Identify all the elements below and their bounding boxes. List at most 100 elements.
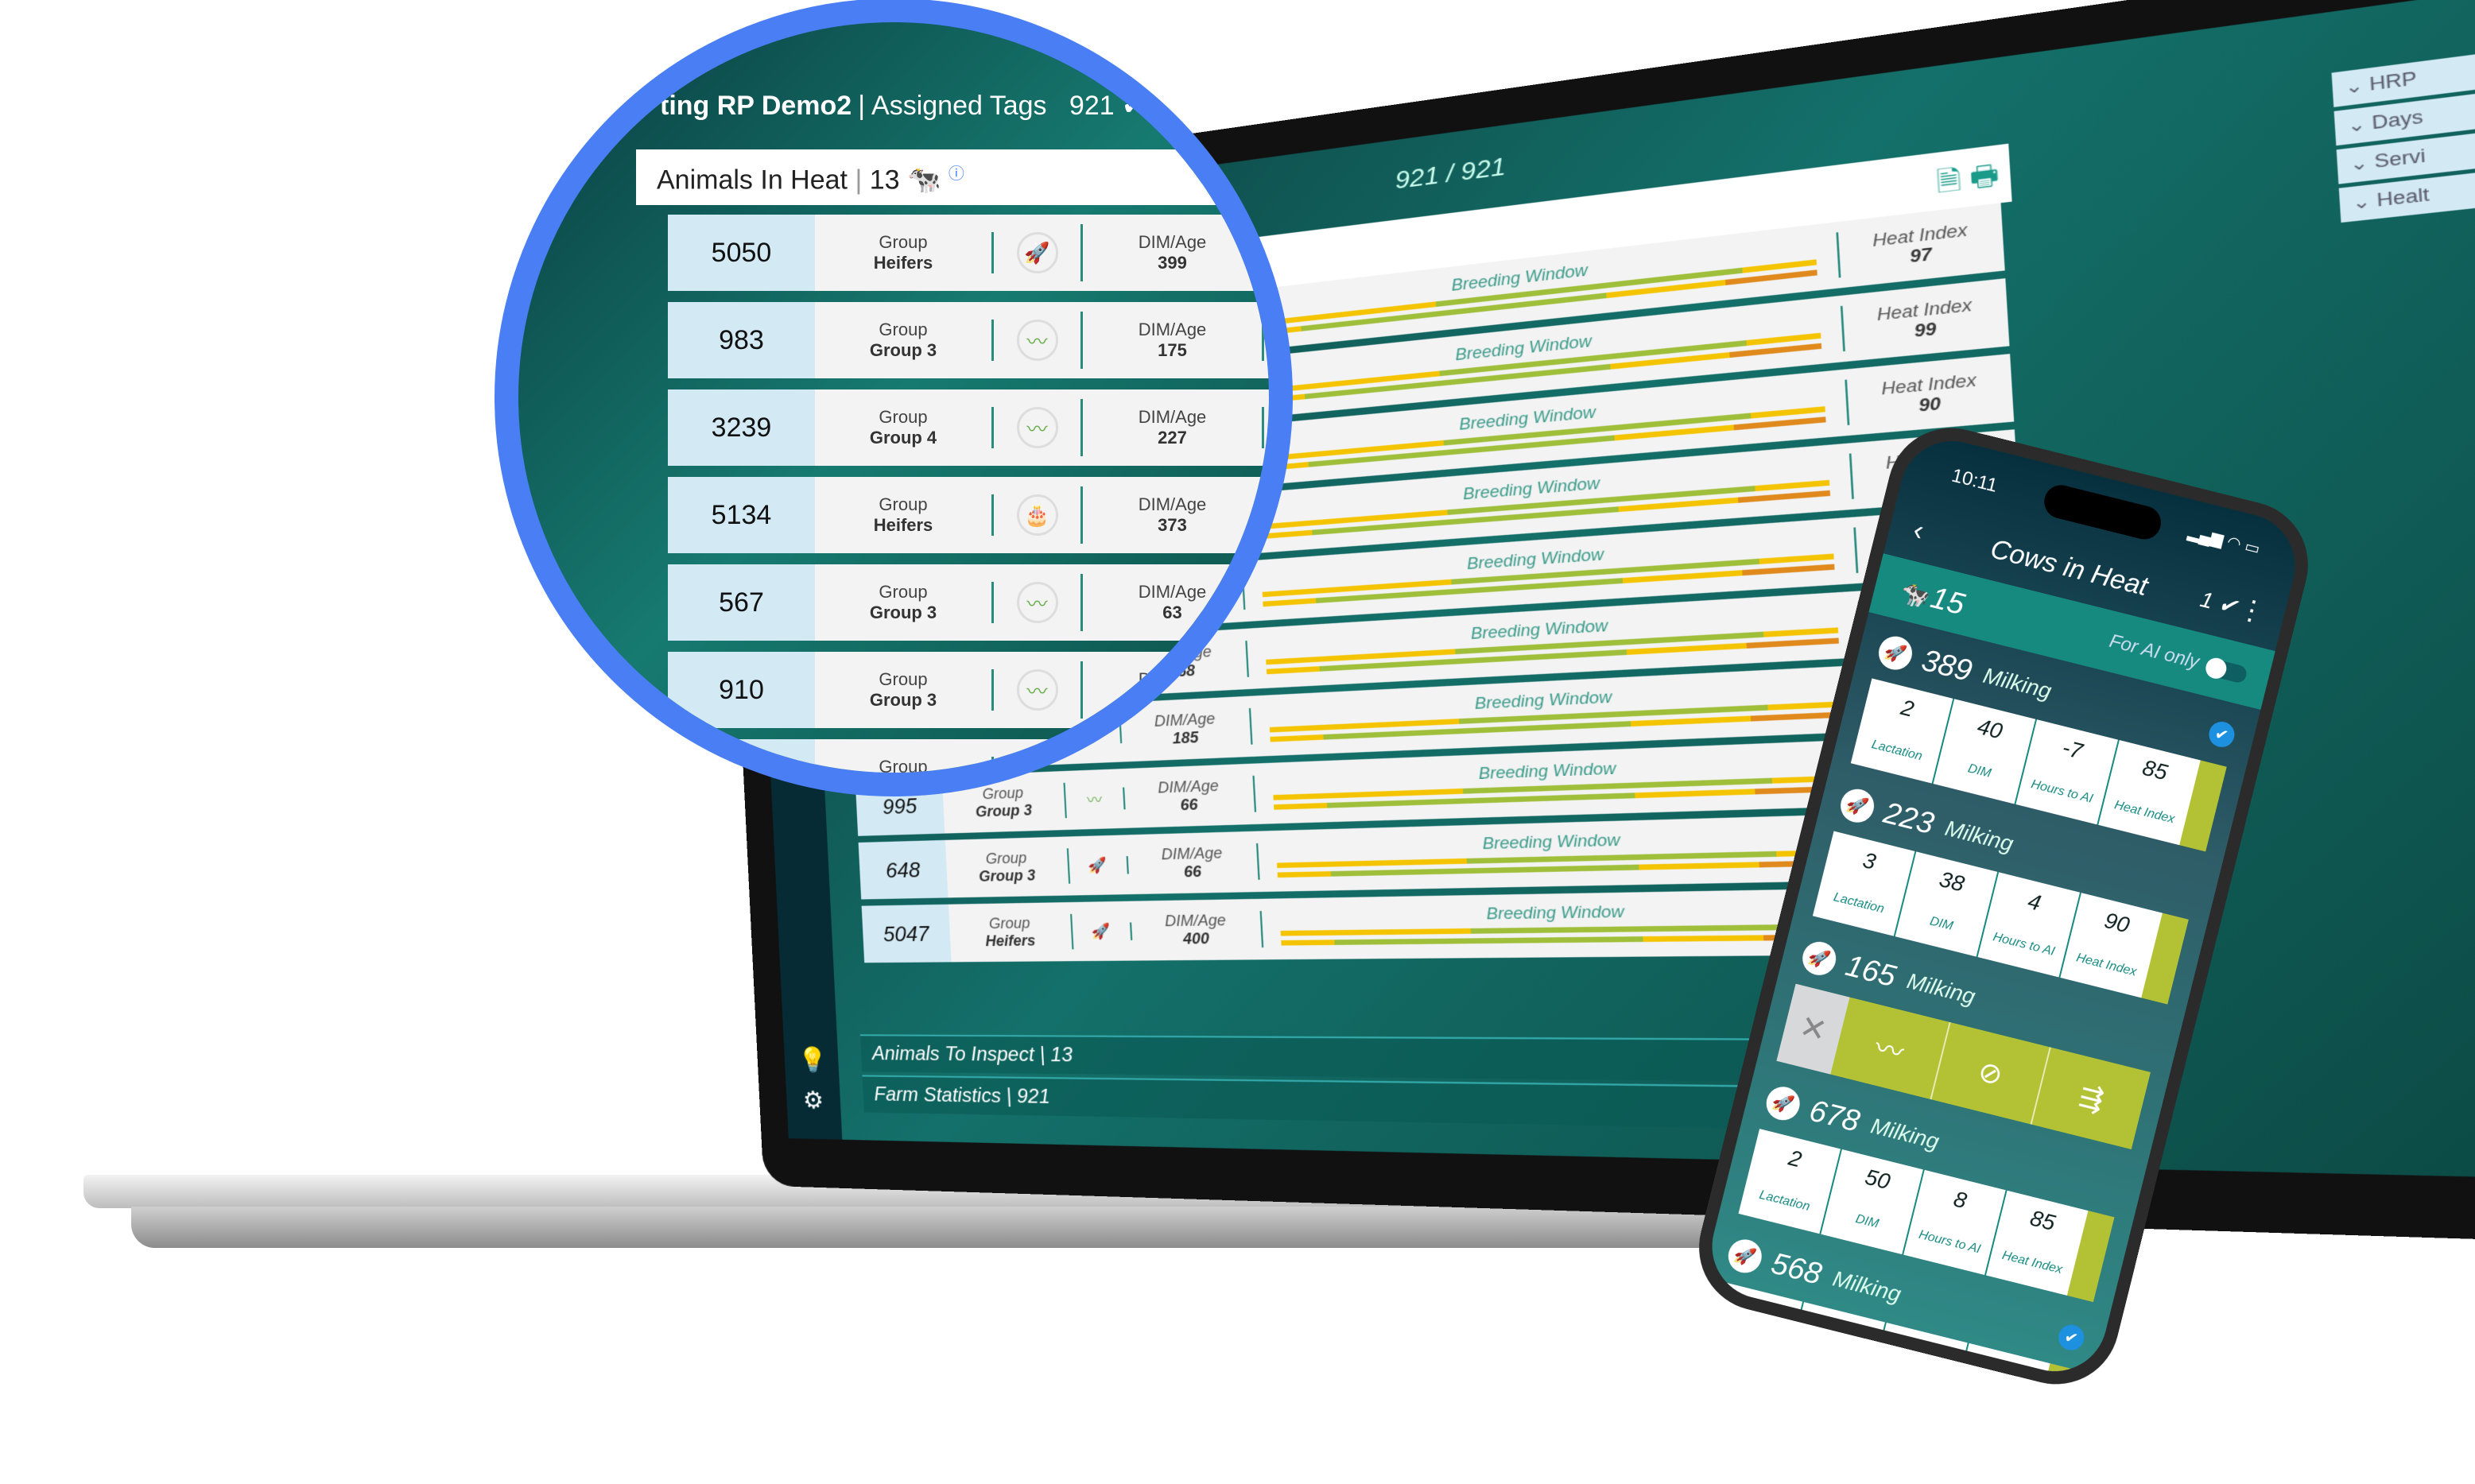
cow-status: Milking — [1942, 816, 2015, 857]
icon-cell: 〰 — [994, 661, 1083, 719]
stat-label: Heat Index — [2064, 948, 2148, 982]
cow-id: 568 — [1768, 1246, 1825, 1292]
magnified-row[interactable]: 910 Group Group 3 〰 DIM/Age 168 — [668, 652, 1293, 728]
stat-value: 2 — [1899, 695, 1917, 722]
dim-label: DIM/Age — [1083, 320, 1262, 340]
side-panel-label: HRP — [2369, 68, 2418, 95]
breeding-window[interactable]: Breeding Window — [1255, 750, 1872, 815]
dim-value: 63 — [1083, 603, 1262, 623]
group-cell: GroupGroup 3 — [815, 669, 994, 711]
dim-value: 399 — [1083, 253, 1262, 273]
group-label: Group — [815, 757, 991, 777]
icon-cell: 🎂 — [994, 486, 1083, 544]
group-label: Group — [815, 407, 991, 428]
stat-label: Hours to AI — [2019, 775, 2104, 809]
breeding-bar — [1281, 934, 1856, 945]
dim-label: DIM/Age — [1083, 232, 1262, 253]
animal-id: 5134 — [668, 477, 815, 553]
rocket-icon: 🚀 — [1799, 938, 1840, 978]
stat-label — [1708, 1337, 1789, 1357]
cow-id: 165 — [1842, 948, 1899, 994]
stat-value: 8 — [1951, 1186, 1969, 1213]
cow-id: 223 — [1880, 796, 1938, 841]
magnified-row[interactable]: 5050 Group Heifers 🚀 DIM/Age 399 — [668, 215, 1293, 291]
stat-label: DIM — [1937, 754, 2021, 788]
stat-value: 85 — [2140, 755, 2170, 785]
stat-label: Lactation — [1817, 886, 1901, 920]
icon-cell: 🚀 — [994, 224, 1083, 281]
magnified-row[interactable]: 567 Group Group 3 〰 DIM/Age 63 — [668, 564, 1293, 641]
stat-value: 85 — [1990, 1358, 2020, 1382]
side-panel: ⌄ HRP ⌄ Days ⌄ Servi ⌄ Healt — [2332, 53, 2475, 227]
dim-label: DIM/Age — [1083, 669, 1262, 690]
group-value: Group 3 — [815, 603, 991, 623]
lightbulb-icon[interactable]: 💡 — [797, 1047, 824, 1075]
group-label: Group — [815, 494, 991, 515]
export-icon[interactable]: 🗎 — [1936, 164, 1962, 196]
group-label: Group — [949, 914, 1072, 933]
cow-action-button[interactable]: ⇶ — [2032, 1048, 2151, 1149]
dim-cell: DIM/Age399 — [1083, 232, 1264, 273]
magnified-row[interactable]: 3239 Group Group 4 〰 DIM/Age 227 — [668, 389, 1293, 466]
stat-value: -7 — [1910, 1338, 1935, 1366]
cow-status: Milking — [1830, 1266, 1903, 1308]
animal-id: 5050 — [668, 215, 815, 291]
group-cell: GroupGroup 3 — [815, 320, 994, 361]
ai-only-toggle[interactable] — [2204, 657, 2248, 684]
dim-value: 400 — [1132, 929, 1262, 949]
check-icon[interactable]: ✔ — [2206, 719, 2237, 750]
group-label: Group — [815, 232, 991, 253]
stat-cell: 40 — [1783, 1302, 1886, 1382]
stat-label: DIM — [1899, 907, 1984, 941]
info-icon[interactable]: ⓘ — [948, 165, 964, 183]
rocket-icon: 🚀 — [1017, 232, 1058, 273]
assigned-tags-label: Assigned Tags — [871, 91, 1047, 121]
sperm-icon: 〰 — [1017, 320, 1058, 361]
stat-value: 50 — [1863, 1164, 1893, 1195]
group-value: Heifers — [815, 253, 991, 273]
side-panel-label: Servi — [2374, 145, 2427, 172]
animal-id: 910 — [668, 652, 815, 728]
animal-id: 3239 — [668, 389, 815, 466]
stat-label: DIM — [1825, 1205, 1909, 1239]
insemination-button[interactable]: 〰 — [1830, 998, 1950, 1100]
rocket-icon: 🚀 — [1073, 922, 1133, 940]
group-value: Heifers — [815, 515, 991, 536]
rocket-icon: 🚀 — [1837, 785, 1878, 826]
breeding-window[interactable]: Breeding Window — [1258, 824, 1876, 882]
stat-value: 2 — [1748, 1298, 1767, 1325]
no-breed-button[interactable]: ⊘ — [1931, 1022, 2051, 1125]
rocket-icon: 🚀 — [1069, 856, 1128, 875]
group-cell: GroupHeifers — [815, 232, 994, 273]
section-title: Animals In Heat — [657, 165, 848, 195]
stat-value: 40 — [1975, 714, 2005, 744]
selected-count[interactable]: 1 ✔ — [2198, 586, 2240, 620]
footer-label: Farm Statistics — [874, 1083, 1002, 1107]
sperm-icon: 〰 — [1017, 407, 1058, 448]
dynamic-island — [2041, 482, 2165, 543]
footer-count: 13 — [1049, 1044, 1073, 1067]
print-icon[interactable]: 🖶 — [1969, 160, 2000, 193]
stat-label — [1790, 1358, 1872, 1377]
group-label: Group — [815, 320, 991, 340]
stat-label: Heat Index — [1990, 1246, 2074, 1281]
animal-id: 648 — [859, 840, 948, 900]
magnified-row[interactable]: 983 Group Group 3 〰 DIM/Age 175 — [668, 302, 1293, 378]
stat-label — [1872, 1378, 1953, 1382]
stat-label: Hours to AI — [1981, 928, 2066, 962]
side-panel-label: Days — [2372, 107, 2424, 133]
cow-icon: 🐄 — [907, 165, 941, 195]
cow-status: Milking — [1868, 1113, 1942, 1154]
gear-icon[interactable]: ⚙ — [800, 1087, 827, 1115]
magnified-row[interactable]: 5134 Group Heifers 🎂 DIM/Age 373 — [668, 477, 1293, 553]
back-icon[interactable]: ‹ — [1910, 513, 1927, 548]
more-menu-icon[interactable]: ⋮ — [2235, 592, 2269, 630]
check-icon[interactable]: ✔ — [2056, 1322, 2087, 1353]
dim-cell: DIM/Age373 — [1083, 494, 1264, 536]
stat-value: 38 — [1937, 866, 1967, 897]
group-value: Heifers — [950, 932, 1073, 951]
heat-index-cell: Heat Index 99 — [1843, 292, 2009, 348]
breeding-window[interactable]: Breeding Window — [1251, 676, 1867, 747]
dim-value: 373 — [1083, 515, 1262, 536]
dim-label: DIM/Age — [1083, 494, 1262, 515]
